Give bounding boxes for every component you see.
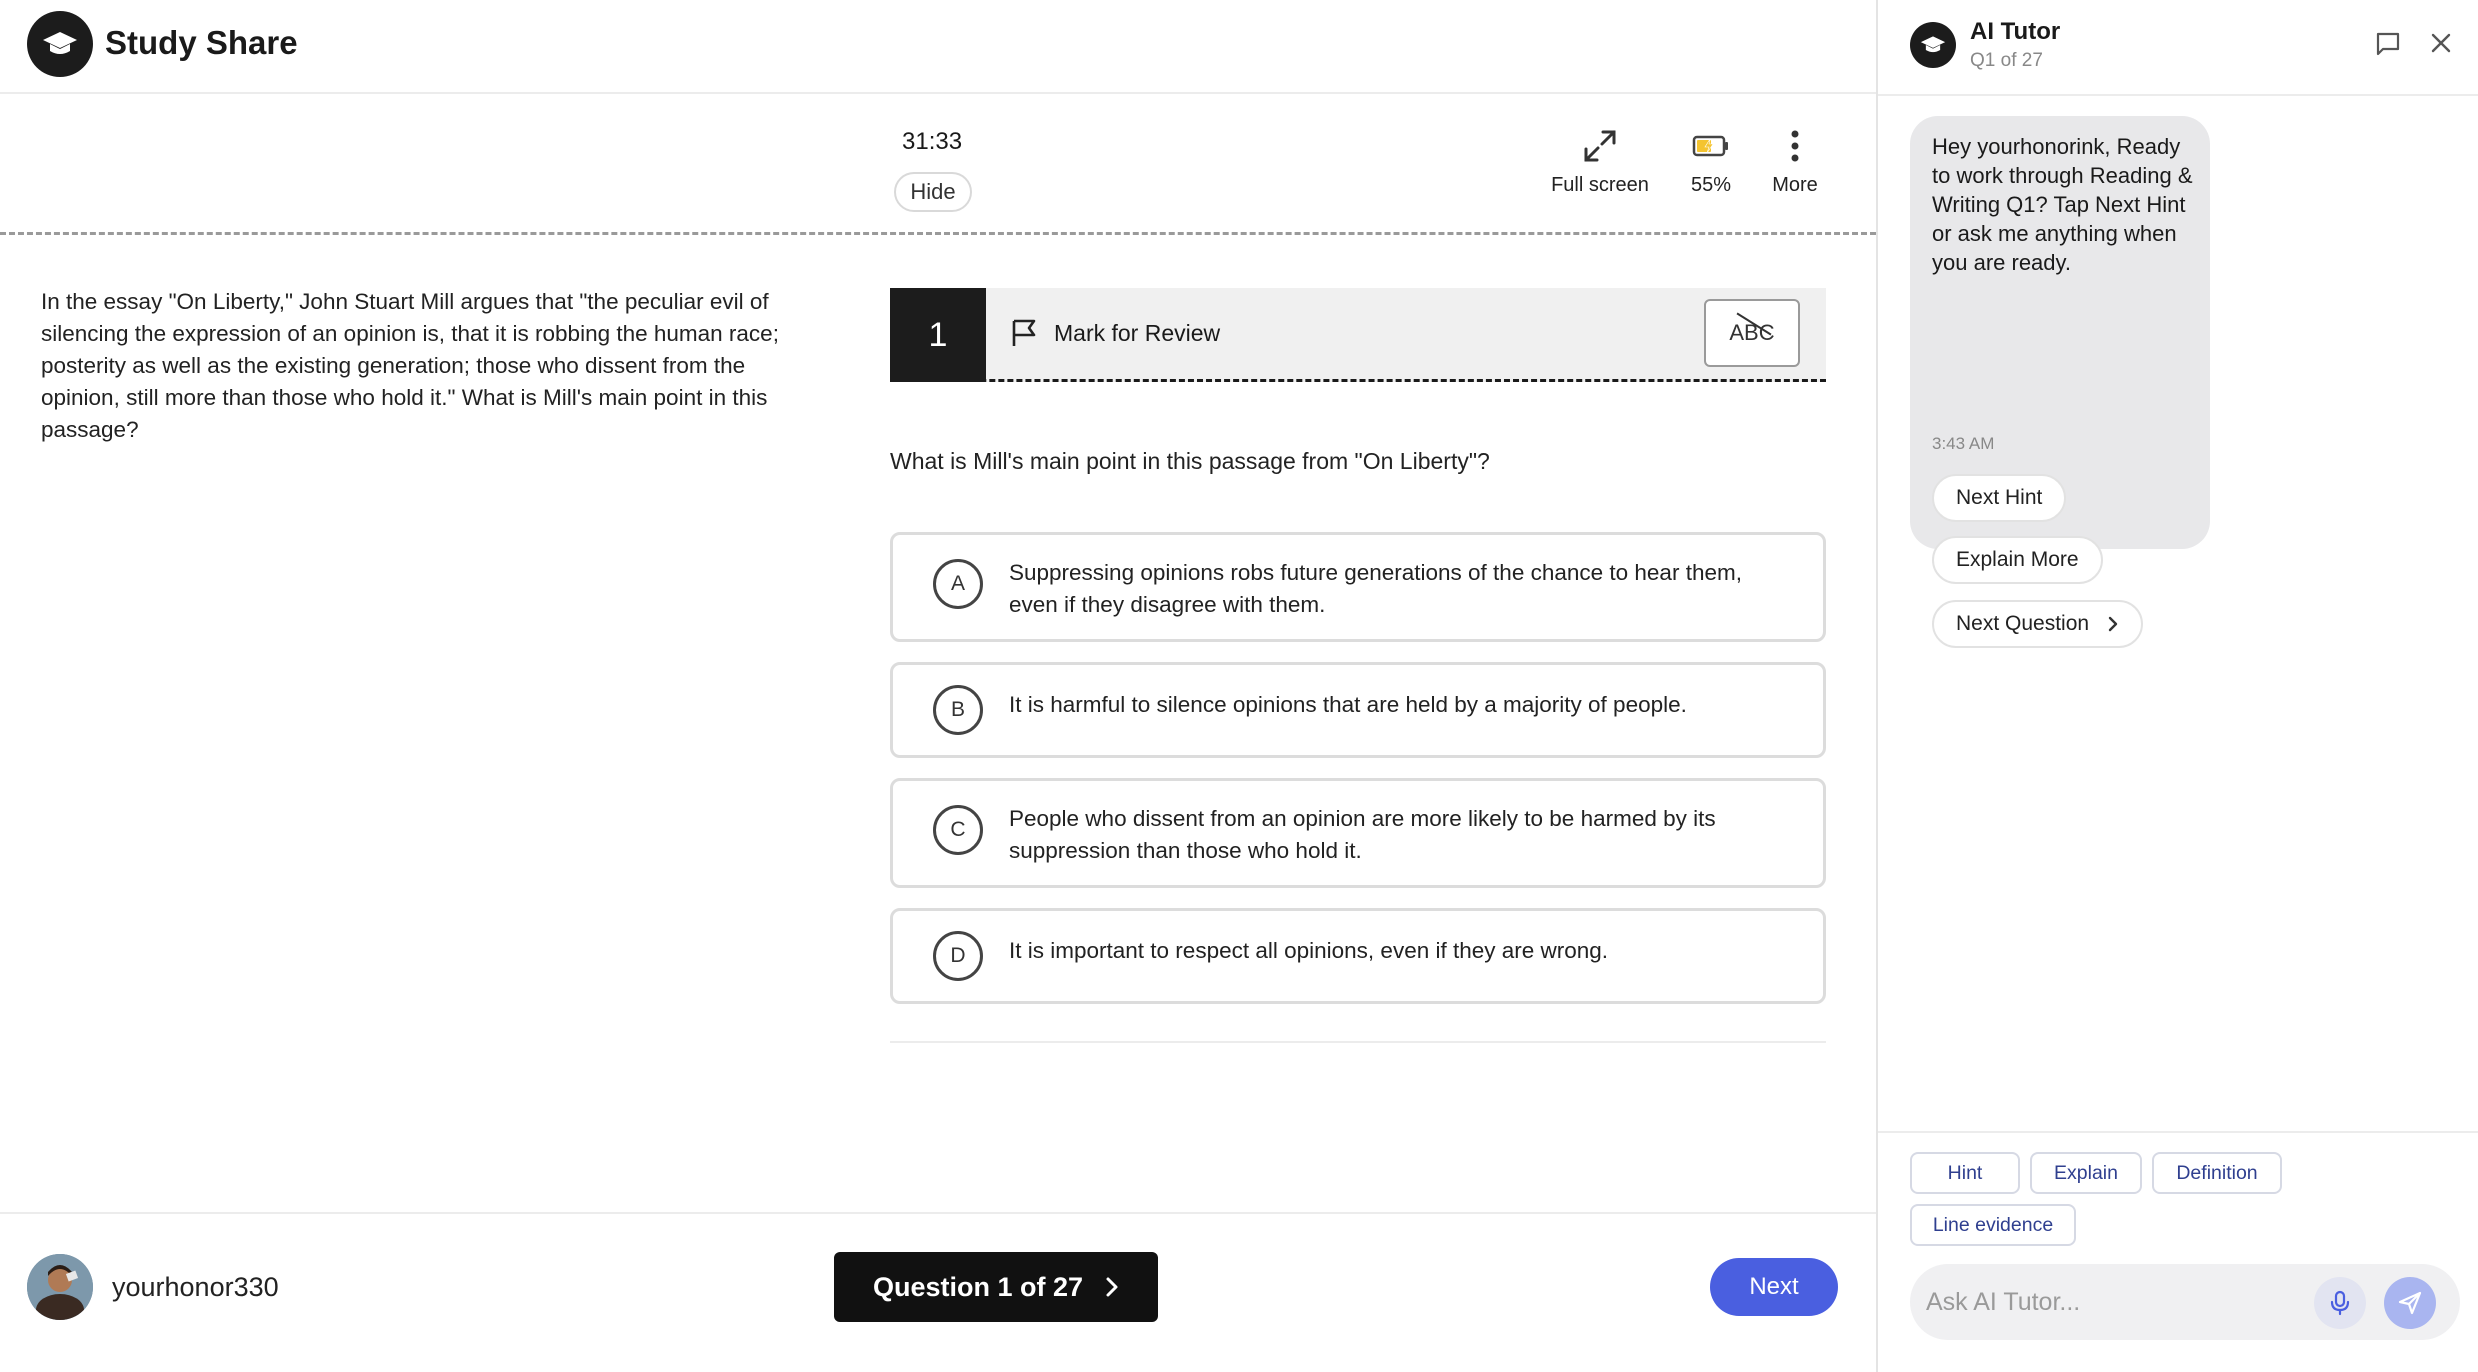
explain-more-label: Explain More [1956, 548, 2079, 571]
question-navigator-button[interactable]: Question 1 of 27 [834, 1252, 1158, 1322]
chevron-right-icon [2108, 616, 2118, 632]
next-button[interactable]: Next [1710, 1258, 1838, 1316]
choice-text: People who dissent from an opinion are m… [1009, 806, 1716, 863]
choice-letter: C [933, 805, 983, 855]
avatar[interactable] [27, 1254, 93, 1320]
answer-choice-b[interactable]: B It is harmful to silence opinions that… [890, 662, 1826, 758]
battery-indicator: 55% [1676, 128, 1746, 197]
tutor-subtitle: Q1 of 27 [1970, 50, 2043, 71]
timer-display: 31:33 [902, 128, 963, 155]
tutor-header: AI Tutor Q1 of 27 [1878, 0, 2478, 96]
line-evidence-chip[interactable]: Line evidence [1910, 1204, 2076, 1246]
more-label: More [1772, 174, 1818, 196]
tutor-logo [1910, 22, 1956, 68]
message-timestamp: 3:43 AM [1932, 434, 1995, 453]
question-prompt: What is Mill's main point in this passag… [890, 448, 1490, 474]
question-number: 1 [890, 288, 986, 382]
reading-passage: In the essay "On Liberty," John Stuart M… [41, 289, 779, 442]
tutor-title: AI Tutor [1970, 18, 2061, 45]
main-app: Study Share 31:33 Hide Full screen 55% M… [0, 0, 1876, 1372]
explain-more-button[interactable]: Explain More [1932, 536, 2103, 584]
tutor-footer-divider [1878, 1131, 2478, 1133]
chat-icon [2376, 32, 2400, 56]
send-message-button[interactable] [2384, 1277, 2436, 1329]
answer-choice-d[interactable]: D It is important to respect all opinion… [890, 908, 1826, 1004]
toolbar-divider [0, 232, 1876, 235]
question-header: 1 Mark for Review ABC [890, 288, 1826, 382]
more-button[interactable]: More [1770, 128, 1820, 197]
microphone-icon [2330, 1290, 2350, 1316]
fullscreen-button[interactable]: Full screen [1548, 128, 1652, 197]
voice-input-button[interactable] [2314, 1277, 2366, 1329]
choice-letter: A [933, 559, 983, 609]
ask-tutor-box [1910, 1264, 2460, 1340]
ask-tutor-input[interactable] [1926, 1278, 2306, 1326]
flag-icon [1012, 319, 1036, 346]
choice-letter: D [933, 931, 983, 981]
graduation-cap-icon [1920, 36, 1946, 53]
mark-for-review-label: Mark for Review [1054, 319, 1221, 346]
next-hint-label: Next Hint [1956, 486, 2043, 509]
chat-history-button[interactable] [2374, 30, 2402, 63]
mark-for-review-button[interactable]: Mark for Review [1010, 318, 1220, 348]
chevron-right-icon [1106, 1277, 1118, 1297]
close-tutor-button[interactable] [2428, 30, 2454, 61]
answer-choice-a[interactable]: A Suppressing opinions robs future gener… [890, 532, 1826, 642]
choice-text: It is harmful to silence opinions that a… [1009, 692, 1687, 717]
choice-text: Suppressing opinions robs future generat… [1009, 560, 1742, 617]
next-question-label: Next Question [1956, 612, 2090, 635]
close-icon [2431, 33, 2451, 53]
user-avatar-icon [27, 1254, 93, 1320]
expand-icon [1584, 130, 1616, 162]
tutor-message-text: Hey yourhonorink, Ready to work through … [1932, 134, 2193, 275]
next-question-button[interactable]: Next Question [1932, 600, 2144, 648]
hint-chip[interactable]: Hint [1910, 1152, 2020, 1194]
question-divider [890, 1041, 1826, 1043]
hide-timer-button[interactable]: Hide [894, 172, 972, 212]
answer-choice-c[interactable]: C People who dissent from an opinion are… [890, 778, 1826, 888]
top-bar: Study Share [0, 0, 1876, 94]
graduation-cap-icon [43, 32, 77, 54]
choice-text: It is important to respect all opinions,… [1009, 938, 1609, 963]
fullscreen-label: Full screen [1551, 174, 1649, 196]
tutor-message-bubble: Hey yourhonorink, Ready to work through … [1910, 116, 2210, 648]
definition-chip[interactable]: Definition [2152, 1152, 2282, 1194]
ai-tutor-panel: AI Tutor Q1 of 27 Hey yourhonorink, Read… [1876, 0, 2478, 1372]
choice-letter: B [933, 685, 983, 735]
battery-charging-icon [1692, 135, 1728, 157]
answer-eliminator-button[interactable]: ABC [1704, 299, 1800, 367]
battery-label: 55% [1690, 174, 1732, 196]
brand-name: Study Share [105, 24, 298, 61]
send-icon [2398, 1291, 2422, 1315]
more-vertical-icon [1791, 130, 1799, 162]
next-hint-button[interactable]: Next Hint [1932, 474, 2067, 522]
username: yourhonor330 [112, 1272, 279, 1302]
explain-chip[interactable]: Explain [2030, 1152, 2142, 1194]
app-logo[interactable] [27, 11, 93, 77]
question-navigator-label: Question 1 of 27 [872, 1271, 1084, 1302]
